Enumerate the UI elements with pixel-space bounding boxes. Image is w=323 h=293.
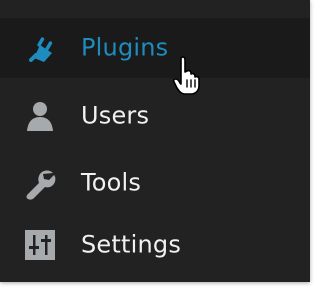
plug-icon <box>29 37 53 62</box>
menu-item-label: Users <box>81 101 150 130</box>
menu-item-tools[interactable]: Tools <box>0 153 310 213</box>
hand-pointer-icon <box>172 56 200 95</box>
sliders-icon <box>25 230 55 260</box>
menu-item-label: Plugins <box>81 33 169 62</box>
menu-item-label: Settings <box>81 230 182 259</box>
menu-item-users[interactable]: Users <box>0 86 310 146</box>
menu-item-plugins[interactable]: Plugins <box>0 18 310 78</box>
admin-sidebar-menu: Plugins Users Tools Settings <box>0 0 310 282</box>
user-icon <box>27 102 53 131</box>
wrench-icon <box>26 170 56 200</box>
menu-item-settings[interactable]: Settings <box>0 215 310 275</box>
menu-item-label: Tools <box>81 168 142 197</box>
